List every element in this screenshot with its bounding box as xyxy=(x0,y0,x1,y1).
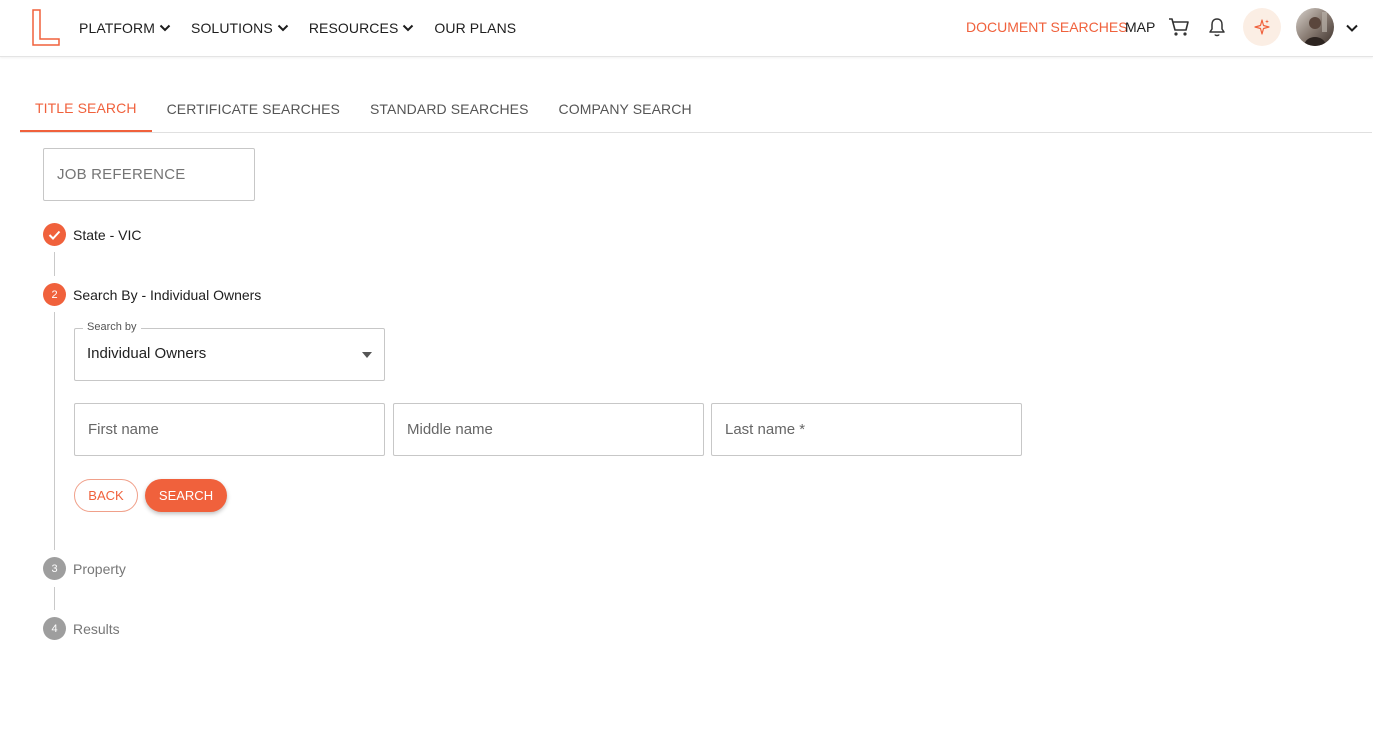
back-button[interactable]: BACK xyxy=(74,479,138,512)
step-2-number: 2 xyxy=(43,283,66,306)
nav-solutions[interactable]: SOLUTIONS xyxy=(191,20,289,36)
dropdown-arrow-icon xyxy=(362,352,372,358)
search-button[interactable]: SEARCH xyxy=(145,479,227,512)
tab-standard-searches[interactable]: STANDARD SEARCHES xyxy=(355,86,544,132)
avatar[interactable] xyxy=(1296,8,1334,46)
nav-our-plans[interactable]: OUR PLANS xyxy=(434,20,516,36)
step-1-label: State - VIC xyxy=(73,227,142,243)
job-reference-input[interactable] xyxy=(43,148,255,201)
tab-certificate-searches[interactable]: CERTIFICATE SEARCHES xyxy=(152,86,355,132)
ai-assistant-button[interactable] xyxy=(1243,8,1281,46)
step-4-label: Results xyxy=(73,621,120,637)
document-searches-link[interactable]: DOCUMENT SEARCHES xyxy=(966,19,1128,35)
sparkle-icon xyxy=(1254,19,1270,35)
cart-icon[interactable] xyxy=(1168,17,1190,37)
tab-title-search[interactable]: TITLE SEARCH xyxy=(20,86,152,132)
logo-icon[interactable] xyxy=(31,8,61,46)
step-connector xyxy=(54,252,55,276)
nav-solutions-label: SOLUTIONS xyxy=(191,20,273,36)
nav-platform[interactable]: PLATFORM xyxy=(79,20,171,36)
step-3-label: Property xyxy=(73,561,126,577)
top-navigation-bar: PLATFORM SOLUTIONS RESOURCES OUR PLANS D… xyxy=(0,0,1373,57)
step-3-number: 3 xyxy=(43,557,66,580)
tab-company-search[interactable]: COMPANY SEARCH xyxy=(544,86,707,132)
last-name-input[interactable] xyxy=(711,403,1022,456)
step-2-label: Search By - Individual Owners xyxy=(73,287,262,303)
nav-resources-label: RESOURCES xyxy=(308,20,399,36)
step-connector xyxy=(54,312,55,550)
search-by-legend: Search by xyxy=(83,321,141,333)
map-link[interactable]: MAP xyxy=(1125,19,1155,35)
chevron-down-icon[interactable] xyxy=(1345,23,1359,33)
step-1-check-icon xyxy=(43,223,66,246)
chevron-down-icon xyxy=(403,24,414,32)
avatar-photo xyxy=(1296,8,1334,46)
search-by-value: Individual Owners xyxy=(87,345,207,362)
chevron-down-icon xyxy=(277,24,289,32)
nav-our-plans-label: OUR PLANS xyxy=(434,20,517,36)
primary-nav: PLATFORM SOLUTIONS RESOURCES OUR PLANS xyxy=(79,0,536,56)
search-tabs: TITLE SEARCH CERTIFICATE SEARCHES STANDA… xyxy=(20,86,1372,133)
first-name-input[interactable] xyxy=(74,403,385,456)
step-4-number: 4 xyxy=(43,617,66,640)
nav-resources[interactable]: RESOURCES xyxy=(309,20,415,36)
step-connector xyxy=(54,587,55,610)
middle-name-input[interactable] xyxy=(393,403,704,456)
bell-icon[interactable] xyxy=(1207,17,1227,38)
nav-platform-label: PLATFORM xyxy=(79,20,155,36)
chevron-down-icon xyxy=(159,24,171,32)
